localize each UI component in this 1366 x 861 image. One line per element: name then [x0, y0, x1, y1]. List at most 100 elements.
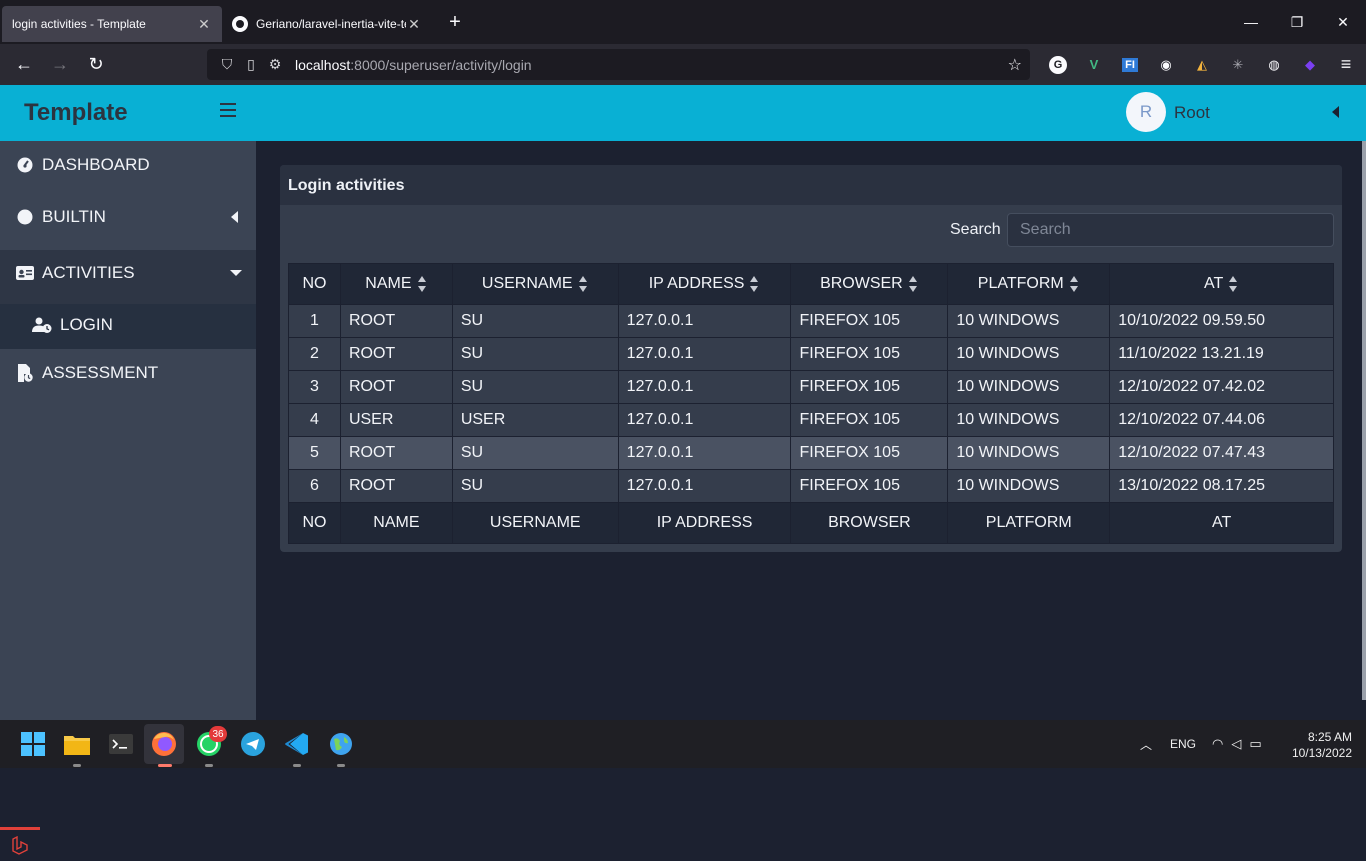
menu-icon[interactable]: ≡: [1328, 54, 1364, 75]
footer-browser: BROWSER: [790, 502, 949, 544]
firefox-icon[interactable]: [150, 730, 178, 758]
cell-username: SU: [451, 469, 619, 503]
avatar[interactable]: R: [1126, 92, 1166, 132]
cell-at: 12/10/2022 07.44.06: [1109, 403, 1334, 437]
grammarly-extension-icon[interactable]: G: [1040, 55, 1076, 75]
cell-browser: FIREFOX 105: [790, 304, 949, 338]
cell-name: USER: [339, 403, 453, 437]
fi-extension-icon[interactable]: FI: [1112, 55, 1148, 75]
sidebar-item-dashboard[interactable]: DASHBOARD: [0, 153, 256, 177]
table-row[interactable]: 3 ROOT SU 127.0.0.1 FIREFOX 105 10 WINDO…: [288, 370, 1334, 404]
sidebar-item-builtin[interactable]: BUILTIN: [0, 205, 256, 229]
url-host: localhost: [295, 56, 351, 73]
bookmark-star-icon[interactable]: ☆: [1008, 55, 1022, 75]
file-explorer-icon[interactable]: [63, 730, 91, 758]
sidebar-item-activities[interactable]: ACTIVITIES: [0, 261, 256, 285]
table-row[interactable]: 4 USER USER 127.0.0.1 FIREFOX 105 10 WIN…: [288, 403, 1334, 437]
restore-icon[interactable]: ❐: [1274, 14, 1320, 31]
sort-icon[interactable]: [750, 275, 760, 293]
caret-left-icon: [231, 211, 238, 223]
bookmark-icon[interactable]: ◭: [1184, 55, 1220, 75]
page-icon[interactable]: ▯: [239, 56, 263, 73]
sidebar-item-login[interactable]: LOGIN: [0, 313, 256, 337]
cookie-icon[interactable]: ◉: [1148, 55, 1184, 75]
column-header-ip-address[interactable]: IP ADDRESS: [617, 263, 792, 305]
sidebar-item-assessment[interactable]: ASSESSMENT: [0, 361, 256, 385]
terminal-icon[interactable]: [107, 730, 135, 758]
tab-login-activities[interactable]: login activities - Template ✕: [2, 6, 222, 42]
gauge-icon: [16, 156, 34, 174]
column-header-at[interactable]: AT: [1109, 263, 1334, 305]
page-scrollbar[interactable]: [1362, 141, 1366, 700]
footer-no: NO: [288, 502, 341, 544]
table-row[interactable]: 6 ROOT SU 127.0.0.1 FIREFOX 105 10 WINDO…: [288, 469, 1334, 503]
bug-icon[interactable]: ✳: [1220, 55, 1256, 75]
cell-name: ROOT: [339, 304, 453, 338]
search-input[interactable]: [1007, 213, 1334, 247]
battery-icon[interactable]: ▭: [1249, 736, 1261, 752]
forward-icon[interactable]: →: [42, 54, 78, 75]
caret-left-icon[interactable]: [1332, 106, 1339, 118]
column-header-no[interactable]: NO: [288, 263, 341, 305]
footer-platform: PLATFORM: [947, 502, 1111, 544]
sort-icon[interactable]: [908, 275, 919, 293]
close-tab-icon[interactable]: ✕: [196, 16, 212, 33]
globe-icon[interactable]: ◍: [1256, 55, 1292, 75]
diamond-icon[interactable]: ◆: [1292, 55, 1328, 75]
table-row[interactable]: 1 ROOT SU 127.0.0.1 FIREFOX 105 10 WINDO…: [288, 304, 1334, 338]
column-header-platform[interactable]: PLATFORM: [947, 263, 1111, 305]
close-tab-icon[interactable]: ✕: [406, 16, 422, 33]
new-tab-button[interactable]: +: [440, 11, 470, 34]
cell-platform: 10 WINDOWS: [947, 403, 1111, 437]
footer-username: USERNAME: [451, 502, 619, 544]
permissions-icon[interactable]: ⚙: [263, 56, 287, 73]
cell-no: 6: [288, 469, 341, 503]
tab-title: Geriano/laravel-inertia-vite-tem: [256, 17, 406, 31]
sort-icon[interactable]: [417, 275, 428, 293]
telegram-icon[interactable]: [239, 730, 267, 758]
sort-icon[interactable]: [1069, 275, 1080, 293]
cell-username: SU: [451, 370, 619, 404]
tab-github[interactable]: Geriano/laravel-inertia-vite-tem ✕: [222, 6, 432, 42]
cell-platform: 10 WINDOWS: [947, 436, 1111, 470]
laravel-debugbar-icon[interactable]: [0, 827, 40, 861]
table-row[interactable]: 5 ROOT SU 127.0.0.1 FIREFOX 105 10 WINDO…: [288, 436, 1334, 470]
table-row[interactable]: 2 ROOT SU 127.0.0.1 FIREFOX 105 10 WINDO…: [288, 337, 1334, 371]
clock-date: 10/13/2022: [1291, 746, 1352, 760]
windows-start-icon[interactable]: [19, 730, 47, 758]
volume-icon[interactable]: ◁: [1231, 736, 1241, 752]
windows-taskbar: 36 ︿ ENG ◠ ◁ ▭ 8:25 AM 10/13/2022: [0, 720, 1366, 768]
login-activities-table: NO NAME USERNAME IP ADDRESS BROWSER PLAT…: [288, 263, 1334, 544]
footer-ip-address: IP ADDRESS: [617, 502, 792, 544]
shield-icon[interactable]: ⛉: [215, 56, 239, 73]
sort-icon[interactable]: [1229, 275, 1239, 293]
globe-app-icon[interactable]: [327, 730, 355, 758]
wifi-icon[interactable]: ◠: [1212, 736, 1223, 752]
column-header-name[interactable]: NAME: [339, 263, 453, 305]
brand-logo[interactable]: Template: [24, 99, 128, 127]
reload-icon[interactable]: ↻: [78, 54, 114, 75]
vscode-icon[interactable]: [283, 730, 311, 758]
user-name[interactable]: Root: [1174, 103, 1210, 123]
minimize-icon[interactable]: —: [1228, 14, 1274, 31]
close-window-icon[interactable]: ✕: [1320, 14, 1366, 31]
cell-name: ROOT: [339, 370, 453, 404]
show-hidden-icons-icon[interactable]: ︿: [1138, 736, 1154, 753]
login-activities-card: Login activities Search NO NAME USERNAME…: [280, 165, 1342, 552]
cell-no: 1: [288, 304, 341, 338]
sort-icon[interactable]: [578, 275, 589, 293]
column-header-browser[interactable]: BROWSER: [790, 263, 949, 305]
vue-devtools-icon[interactable]: V: [1076, 55, 1112, 75]
back-icon[interactable]: ←: [6, 54, 42, 75]
taskbar-clock[interactable]: 8:25 AM 10/13/2022: [1290, 729, 1352, 761]
hamburger-icon[interactable]: [220, 103, 236, 117]
cell-at: 13/10/2022 08.17.25: [1109, 469, 1334, 503]
language-indicator[interactable]: ENG: [1170, 737, 1196, 751]
address-bar[interactable]: ⛉ ▯ ⚙ localhost:8000/superuser/activity/…: [207, 49, 1030, 80]
cell-username: USER: [451, 403, 619, 437]
system-tray: ︿ ENG ◠ ◁ ▭: [1138, 720, 1262, 768]
cell-username: SU: [451, 337, 619, 371]
column-header-username[interactable]: USERNAME: [451, 263, 619, 305]
cell-username: SU: [451, 436, 619, 470]
sidebar-item-label: ASSESSMENT: [42, 363, 159, 382]
